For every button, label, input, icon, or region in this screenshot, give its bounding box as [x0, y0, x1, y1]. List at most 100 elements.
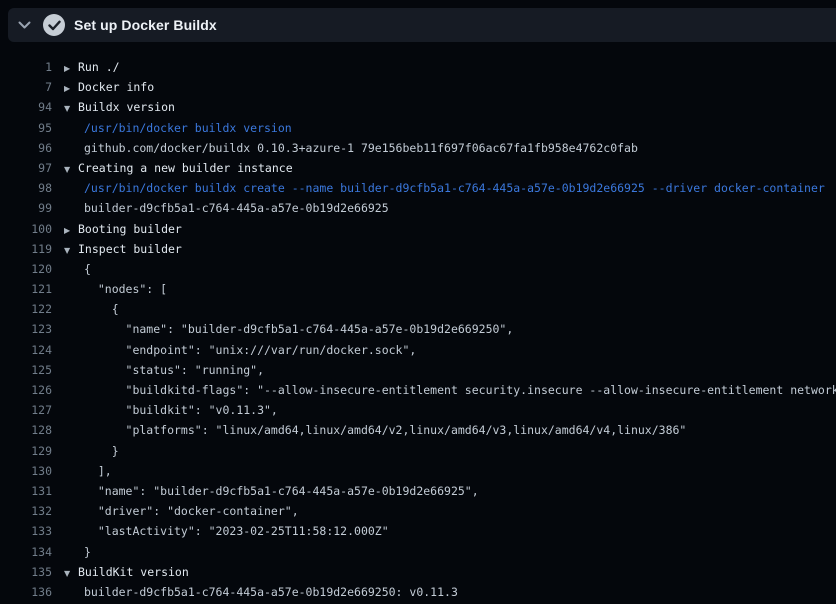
log-output-text: { — [64, 299, 119, 319]
chevron-down-icon: ▼ — [64, 160, 78, 178]
log-output-text: "nodes": [ — [64, 279, 167, 299]
log-output-text: builder-d9cfb5a1-c764-445a-a57e-0b19d2e6… — [64, 198, 389, 218]
line-number[interactable]: 130 — [0, 461, 52, 481]
line-number[interactable]: 124 — [0, 340, 52, 360]
log-output-text: "buildkit": "v0.11.3", — [64, 400, 278, 420]
log-line: 100 ▶Booting builder — [0, 219, 836, 239]
line-number[interactable]: 136 — [0, 582, 52, 602]
log-output-text: "name": "builder-d9cfb5a1-c764-445a-a57e… — [64, 319, 513, 339]
step-title: Set up Docker Buildx — [74, 17, 217, 33]
log-line: 94 ▼Buildx version — [0, 97, 836, 117]
line-number[interactable]: 129 — [0, 441, 52, 461]
log-line: 126 "buildkitd-flags": "--allow-insecure… — [0, 380, 836, 400]
group-label: Inspect builder — [78, 242, 182, 256]
log-output-text: "driver": "docker-container", — [64, 501, 299, 521]
log-line: 119 ▼Inspect builder — [0, 239, 836, 259]
log-line: 133 "lastActivity": "2023-02-25T11:58:12… — [0, 521, 836, 541]
log-group-header[interactable]: ▼Creating a new builder instance — [64, 158, 293, 178]
line-number[interactable]: 122 — [0, 299, 52, 319]
line-number[interactable]: 98 — [0, 178, 52, 198]
group-label: Run ./ — [78, 60, 120, 74]
log-line: 98/usr/bin/docker buildx create --name b… — [0, 178, 836, 198]
chevron-down-icon: ▼ — [64, 241, 78, 259]
line-number[interactable]: 126 — [0, 380, 52, 400]
line-number[interactable]: 7 — [0, 77, 52, 97]
step-header[interactable]: Set up Docker Buildx — [8, 8, 836, 42]
group-label: BuildKit version — [78, 565, 189, 579]
line-number[interactable]: 120 — [0, 259, 52, 279]
group-label: Buildx version — [78, 100, 175, 114]
line-number[interactable]: 95 — [0, 118, 52, 138]
log-line: 96 github.com/docker/buildx 0.10.3+azure-… — [0, 138, 836, 158]
line-number[interactable]: 100 — [0, 219, 52, 239]
log-output-text: "lastActivity": "2023-02-25T11:58:12.000… — [64, 521, 389, 541]
log-group-header[interactable]: ▶Run ./ — [64, 57, 120, 77]
line-number[interactable]: 133 — [0, 521, 52, 541]
log-output-text: "platforms": "linux/amd64,linux/amd64/v2… — [64, 420, 686, 440]
group-label: Booting builder — [78, 222, 182, 236]
log-line: 1 ▶Run ./ — [0, 57, 836, 77]
group-label: Creating a new builder instance — [78, 161, 293, 175]
log-line: 135 ▼BuildKit version — [0, 562, 836, 582]
log-output-text: github.com/docker/buildx 0.10.3+azure-1 … — [64, 138, 638, 158]
log-output-text: } — [64, 441, 119, 461]
status-success-icon — [43, 14, 65, 36]
log-line: 131 "name": "builder-d9cfb5a1-c764-445a-… — [0, 481, 836, 501]
line-number[interactable]: 119 — [0, 239, 52, 259]
log-line: 128 "platforms": "linux/amd64,linux/amd6… — [0, 420, 836, 440]
log-group-header[interactable]: ▼Inspect builder — [64, 239, 182, 259]
log-line: 125 "status": "running", — [0, 360, 836, 380]
collapse-step-button[interactable] — [12, 13, 36, 37]
log-group-header[interactable]: ▶Booting builder — [64, 219, 182, 239]
line-number[interactable]: 127 — [0, 400, 52, 420]
line-number[interactable]: 125 — [0, 360, 52, 380]
line-number[interactable]: 1 — [0, 57, 52, 77]
line-number[interactable]: 132 — [0, 501, 52, 521]
log-output-text: builder-d9cfb5a1-c764-445a-a57e-0b19d2e6… — [64, 582, 458, 602]
log-output-text: ], — [64, 461, 112, 481]
line-number[interactable]: 131 — [0, 481, 52, 501]
log-output-text: "endpoint": "unix:///var/run/docker.sock… — [64, 340, 416, 360]
line-number[interactable]: 134 — [0, 542, 52, 562]
line-number[interactable]: 99 — [0, 198, 52, 218]
log-command-text: /usr/bin/docker buildx version — [64, 118, 292, 138]
group-label: Docker info — [78, 80, 154, 94]
log-line: 120 { — [0, 259, 836, 279]
log-line: 134} — [0, 542, 836, 562]
log-output-text: } — [64, 542, 91, 562]
log-output-text: "name": "builder-d9cfb5a1-c764-445a-a57e… — [64, 481, 479, 501]
log-line: 124 "endpoint": "unix:///var/run/docker.… — [0, 340, 836, 360]
log-viewer: 1▶Run ./7▶Docker info94▼Buildx version95… — [0, 57, 836, 602]
log-line: 123 "name": "builder-d9cfb5a1-c764-445a-… — [0, 319, 836, 339]
log-command-text: /usr/bin/docker buildx create --name bui… — [64, 178, 825, 198]
chevron-down-icon: ▼ — [64, 99, 78, 117]
chevron-right-icon: ▶ — [64, 221, 78, 239]
chevron-down-icon: ▼ — [64, 564, 78, 582]
log-line: 97 ▼Creating a new builder instance — [0, 158, 836, 178]
log-line: 136 builder-d9cfb5a1-c764-445a-a57e-0b19d… — [0, 582, 836, 602]
log-output-text: { — [64, 259, 91, 279]
line-number[interactable]: 123 — [0, 319, 52, 339]
line-number[interactable]: 135 — [0, 562, 52, 582]
log-group-header[interactable]: ▼BuildKit version — [64, 562, 189, 582]
log-line: 99 builder-d9cfb5a1-c764-445a-a57e-0b19d2… — [0, 198, 836, 218]
line-number[interactable]: 96 — [0, 138, 52, 158]
log-line: 121 "nodes": [ — [0, 279, 836, 299]
log-output-text: "buildkitd-flags": "--allow-insecure-ent… — [64, 380, 836, 400]
chevron-right-icon: ▶ — [64, 59, 78, 77]
log-group-header[interactable]: ▼Buildx version — [64, 97, 175, 117]
log-line: 132 "driver": "docker-container", — [0, 501, 836, 521]
log-line: 7 ▶Docker info — [0, 77, 836, 97]
log-line: 130 ], — [0, 461, 836, 481]
line-number[interactable]: 121 — [0, 279, 52, 299]
log-output-text: "status": "running", — [64, 360, 264, 380]
log-line: 129 } — [0, 441, 836, 461]
log-line: 122 { — [0, 299, 836, 319]
line-number[interactable]: 128 — [0, 420, 52, 440]
log-group-header[interactable]: ▶Docker info — [64, 77, 154, 97]
chevron-right-icon: ▶ — [64, 79, 78, 97]
log-line: 95/usr/bin/docker buildx version — [0, 118, 836, 138]
log-line: 127 "buildkit": "v0.11.3", — [0, 400, 836, 420]
line-number[interactable]: 94 — [0, 97, 52, 117]
line-number[interactable]: 97 — [0, 158, 52, 178]
